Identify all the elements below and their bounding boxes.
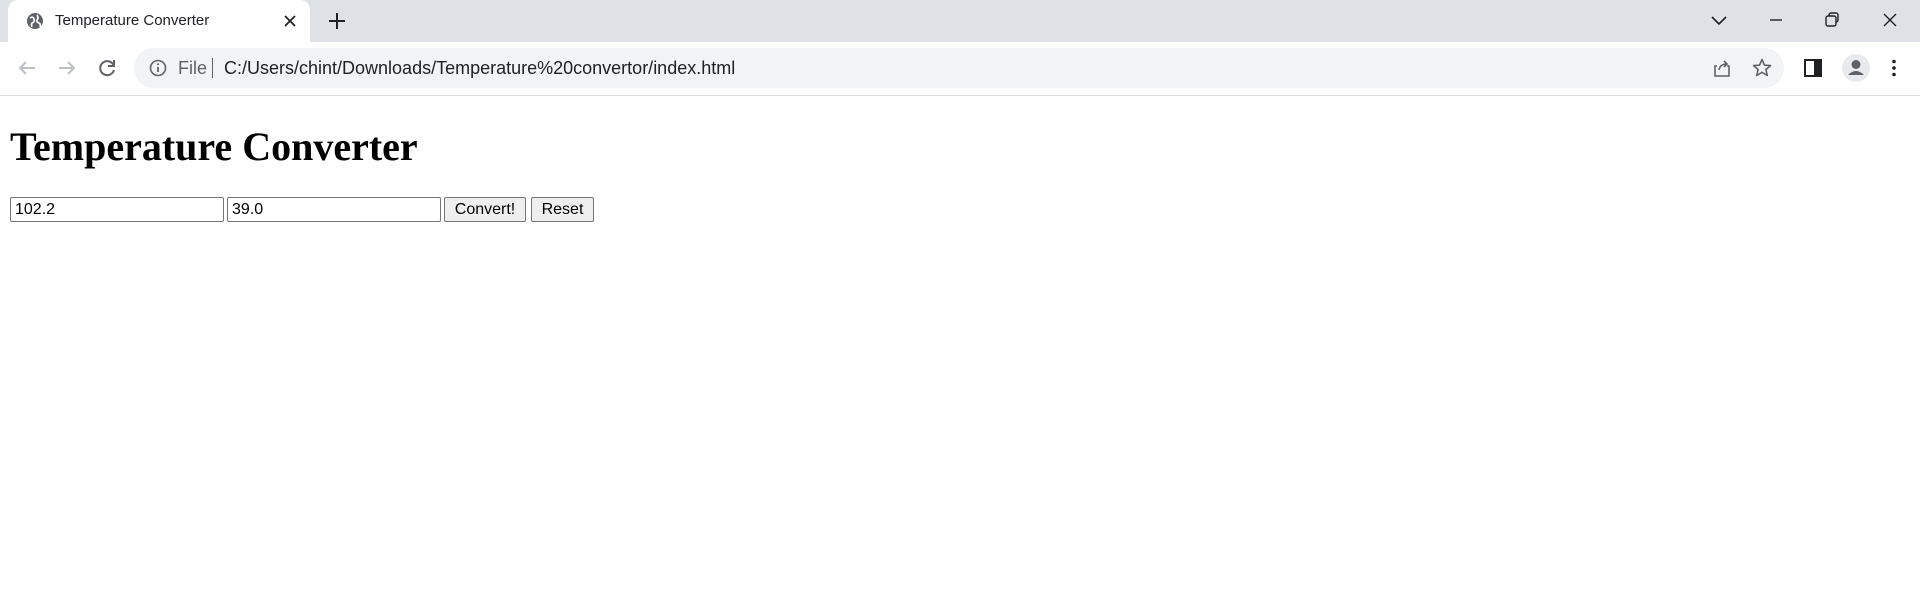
browser-toolbar: File C:/Users/chint/Downloads/Temperatur… [0,42,1920,96]
tab-title: Temperature Converter [55,12,210,29]
celsius-input[interactable] [227,197,441,222]
minimize-icon[interactable] [1764,8,1788,32]
restore-icon[interactable] [1820,8,1844,32]
side-panel-icon[interactable] [1801,56,1825,80]
site-info-icon[interactable] [148,58,168,78]
reload-icon[interactable] [95,56,119,80]
active-tab[interactable]: Temperature Converter [8,0,310,42]
profile-avatar-icon[interactable] [1840,52,1872,84]
tab-strip: Temperature Converter [0,0,1920,42]
globe-icon [27,13,43,29]
reset-button[interactable]: Reset [531,197,594,222]
page-content: Temperature Converter Convert! Reset [0,96,1920,604]
scheme-label: File [178,58,208,78]
convert-button[interactable]: Convert! [444,197,526,222]
tab-search-chevron-down-icon[interactable] [1707,8,1731,32]
scheme-divider [212,58,213,78]
forward-arrow-right-icon[interactable] [55,56,79,80]
url-text[interactable]: C:/Users/chint/Downloads/Temperature%20c… [224,57,735,79]
address-bar[interactable]: File C:/Users/chint/Downloads/Temperatur… [134,48,1784,88]
bookmark-star-icon[interactable] [1750,56,1774,80]
kebab-menu-icon[interactable] [1882,56,1906,80]
browser-window: Temperature Converter File C:/Users/chin… [0,0,1920,604]
new-tab-plus-icon[interactable] [325,9,349,33]
share-icon[interactable] [1710,56,1734,80]
window-close-icon[interactable] [1878,8,1902,32]
page-title: Temperature Converter [10,124,418,169]
fahrenheit-input[interactable] [10,197,224,222]
back-arrow-left-icon[interactable] [15,56,39,80]
tab-close-icon[interactable] [280,11,300,31]
